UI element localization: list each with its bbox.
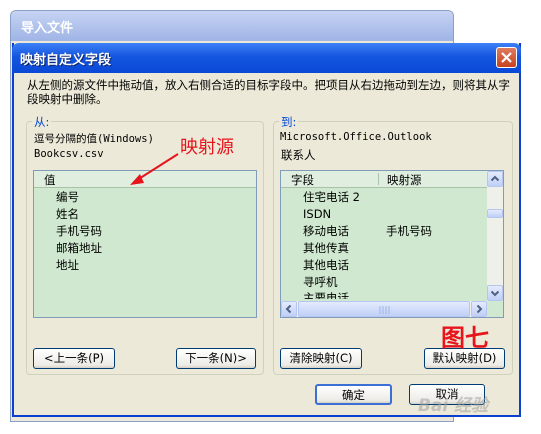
column-divider [378, 173, 379, 185]
target-field-name: 其他传真 [303, 241, 349, 255]
to-label: 到: [279, 114, 299, 130]
source-column-header[interactable]: 映射源 [387, 172, 422, 188]
target-app: Microsoft.Office.Outlook [280, 131, 432, 143]
ok-button[interactable]: 确定 [315, 384, 392, 405]
target-field-name: 主要电话 [303, 291, 349, 299]
target-field-name: 移动电话 [303, 224, 349, 238]
close-icon [501, 52, 512, 63]
source-column-header: 值 [44, 173, 56, 187]
target-field-row[interactable]: 其他传真 [281, 240, 503, 257]
source-file: Bookcsv.csv [34, 148, 104, 160]
horizontal-scrollbar[interactable] [281, 301, 487, 317]
annotation-arrow-icon [130, 153, 179, 185]
chevron-up-icon [490, 175, 500, 182]
from-label: 从: [32, 114, 52, 130]
annotation-figure-label: 图七 [441, 323, 489, 352]
target-field-row[interactable]: 移动电话 手机号码 [281, 223, 503, 240]
target-field-row[interactable]: 住宅电话 2 [281, 189, 503, 206]
source-field-item[interactable]: 编号 [56, 189, 256, 206]
scroll-up-button[interactable] [487, 171, 503, 187]
close-button[interactable] [496, 47, 517, 68]
target-field-row[interactable]: ISDN [281, 206, 503, 223]
source-field-item[interactable]: 姓名 [56, 206, 256, 223]
target-field-row[interactable]: 主要电话 [281, 291, 503, 299]
target-field-name: 住宅电话 2 [303, 190, 360, 204]
watermark: Bai 经验 [418, 396, 489, 416]
source-field-item[interactable]: 地址 [56, 257, 256, 274]
target-field-name: 寻呼机 [303, 275, 338, 289]
source-fields-list[interactable]: 值 编号 姓名 手机号码 邮箱地址 地址 [33, 170, 257, 318]
target-list-header: 字段 映射源 [281, 171, 503, 188]
source-field-item[interactable]: 邮箱地址 [56, 240, 256, 257]
dialog-titlebar: 映射自定义字段 [12, 43, 521, 73]
target-fields-list[interactable]: 字段 映射源 住宅电话 2 ISDN 移动电话 手机号码 其他传真 其他电话 寻… [280, 170, 504, 318]
prev-record-button[interactable]: <上一条(P) [33, 348, 115, 369]
target-field-row[interactable]: 寻呼机 [281, 274, 503, 291]
target-folder: 联系人 [281, 148, 316, 162]
chevron-down-icon [490, 290, 500, 297]
dialog-title: 映射自定义字段 [20, 53, 112, 68]
next-record-button[interactable]: 下一条(N)> [176, 348, 256, 369]
chevron-right-icon [476, 304, 483, 314]
scroll-left-button[interactable] [281, 301, 297, 317]
background-window-titlebar: 导入文件 [11, 11, 453, 41]
scroll-down-button[interactable] [487, 285, 503, 301]
scroll-right-button[interactable] [471, 301, 487, 317]
chevron-left-icon [285, 304, 292, 314]
scroll-thumb[interactable] [487, 209, 503, 218]
source-type: 逗号分隔的值(Windows) [34, 133, 154, 145]
clear-mapping-button[interactable]: 清除映射(C) [280, 348, 362, 369]
field-column-header[interactable]: 字段 [291, 172, 314, 188]
dialog-description: 从左侧的源文件中拖动值，放入右侧合适的目标字段中。把项目从右边拖动到左边，则将其… [27, 78, 510, 106]
grip-icon [379, 306, 390, 314]
target-field-name: ISDN [303, 207, 332, 221]
scroll-h-thumb[interactable] [298, 301, 470, 317]
target-field-row[interactable]: 其他电话 [281, 257, 503, 274]
vertical-scrollbar[interactable] [487, 171, 503, 301]
target-field-source: 手机号码 [386, 224, 432, 238]
source-field-item[interactable]: 手机号码 [56, 223, 256, 240]
background-window-title: 导入文件 [21, 21, 74, 36]
target-field-name: 其他电话 [303, 258, 349, 272]
